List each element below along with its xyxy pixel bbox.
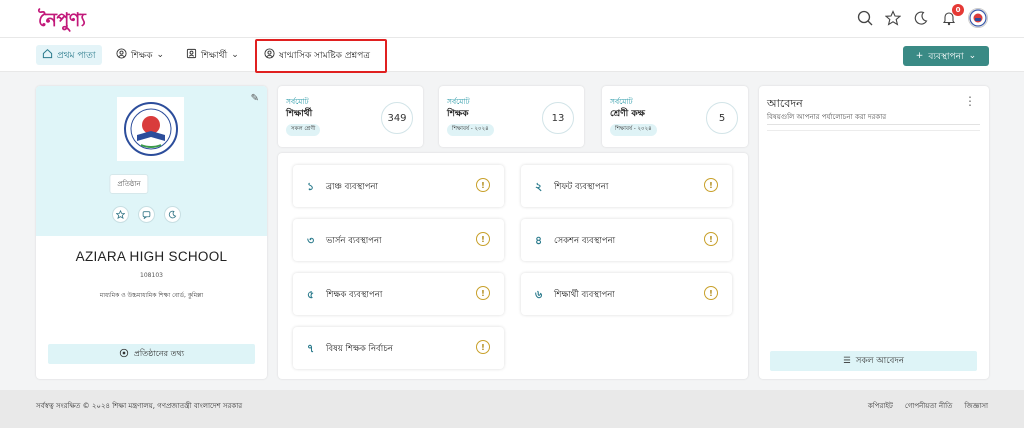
stat-value: 5 xyxy=(706,102,738,134)
management-item-shift[interactable]: ২ শিফট ব্যবস্থাপনা ! xyxy=(521,165,732,207)
footer: সর্বস্বত্ব সংরক্ষিত © ২০২৪ শিক্ষা মন্ত্র… xyxy=(0,390,1024,428)
more-options-icon[interactable]: ⋮ xyxy=(964,94,976,108)
bell-icon[interactable]: 0 xyxy=(940,4,964,27)
chevron-down-icon: ⌄ xyxy=(156,50,165,60)
management-item-branch[interactable]: ১ ব্রাঞ্চ ব্যবস্থাপনা ! xyxy=(293,165,504,207)
stat-value: 13 xyxy=(542,102,574,134)
list-icon: ☰ xyxy=(843,356,851,366)
management-item-student[interactable]: ৬ শিক্ষার্থী ব্যবস্থাপনা ! xyxy=(521,273,732,315)
info-icon[interactable]: ! xyxy=(476,340,490,354)
nav-home[interactable]: প্রথম পাতা xyxy=(36,45,102,65)
home-icon xyxy=(42,48,53,62)
footer-link-privacy[interactable]: গোপনীয়তা নীতি xyxy=(905,400,952,412)
plus-icon: + xyxy=(915,51,924,61)
id-card-icon xyxy=(186,48,197,62)
info-icon[interactable]: ! xyxy=(476,286,490,300)
school-board: মাধ্যমিক ও উচ্চমাধ্যমিক শিক্ষা বোর্ড, কু… xyxy=(99,292,204,299)
management-panel: ১ ব্রাঞ্চ ব্যবস্থাপনা ! ২ শিফট ব্যবস্থাপ… xyxy=(278,153,748,379)
profile-actions xyxy=(112,206,181,223)
stat-title: শিক্ষক xyxy=(447,109,469,119)
item-label: শিফট ব্যবস্থাপনা xyxy=(554,182,609,192)
applications-subtitle: বিষয়গুলি আপনার পর্যালোচনা করা দরকার xyxy=(767,113,887,121)
item-label: ভার্সন ব্যবস্থাপনা xyxy=(326,236,382,246)
star-icon[interactable] xyxy=(884,9,902,27)
all-applications-label: সকল আবেদন xyxy=(855,356,904,366)
all-applications-button[interactable]: ☰ সকল আবেদন xyxy=(770,351,977,371)
chevron-down-icon: ⌄ xyxy=(968,51,977,61)
management-item-teacher[interactable]: ৫ শিক্ষক ব্যবস্থাপনা ! xyxy=(293,273,504,315)
item-label: বিষয় শিক্ষক নির্বাচন xyxy=(326,344,393,354)
info-icon[interactable]: ! xyxy=(476,232,490,246)
school-eiin: 108103 xyxy=(140,272,163,279)
nav-student-label: শিক্ষার্থী xyxy=(201,50,228,61)
eye-icon xyxy=(119,348,129,360)
nav-bar: প্রথম পাতা শিক্ষক ⌄ শিক্ষার্থী ⌄ ষাণ্মাস… xyxy=(0,38,1024,72)
footer-link-copyright[interactable]: কপিরাইট xyxy=(868,400,893,412)
search-icon[interactable] xyxy=(856,9,874,27)
star-icon[interactable] xyxy=(112,206,129,223)
school-logo xyxy=(117,97,184,161)
institution-badge: প্রতিষ্ঠান xyxy=(109,174,149,194)
management-item-subject-teacher[interactable]: ৭ বিষয় শিক্ষক নির্বাচন ! xyxy=(293,327,504,369)
stat-card-students[interactable]: সর্বমোট শিক্ষার্থী সকল শ্রেণী 349 xyxy=(278,86,423,147)
item-number: ৩ xyxy=(307,234,315,247)
stat-value: 349 xyxy=(381,102,413,134)
item-number: ৪ xyxy=(535,234,543,247)
management-item-section[interactable]: ৪ সেকশন ব্যবস্থাপনা ! xyxy=(521,219,732,261)
item-label: ব্রাঞ্চ ব্যবস্থাপনা xyxy=(326,182,378,192)
user-circle-icon xyxy=(116,48,127,62)
notification-badge: 0 xyxy=(952,4,964,16)
item-label: শিক্ষার্থী ব্যবস্থাপনা xyxy=(554,290,615,300)
highlight-box xyxy=(255,39,387,73)
item-label: সেকশন ব্যবস্থাপনা xyxy=(554,236,616,246)
item-label: শিক্ষক ব্যবস্থাপনা xyxy=(326,290,383,300)
school-name: AZIARA HIGH SCHOOL xyxy=(75,249,228,264)
stat-title: শ্রেণী কক্ষ xyxy=(610,109,645,119)
top-icons: 0 xyxy=(856,4,988,28)
stat-card-teachers[interactable]: সর্বমোট শিক্ষক শিক্ষাবর্ষ - ২০২৪ 13 xyxy=(439,86,584,147)
item-number: ৫ xyxy=(307,288,315,301)
applications-panel: আবেদন বিষয়গুলি আপনার পর্যালোচনা করা দরক… xyxy=(759,86,989,379)
stat-card-classrooms[interactable]: সর্বমোট শ্রেণী কক্ষ শিক্ষাবর্ষ - ২০২৪ 5 xyxy=(602,86,748,147)
item-number: ৬ xyxy=(535,288,543,301)
school-profile-card: ✎ xyxy=(36,86,267,379)
item-number: ৭ xyxy=(307,342,315,355)
nav-student[interactable]: শিক্ষার্থী ⌄ xyxy=(186,45,239,65)
chevron-down-icon: ⌄ xyxy=(231,50,239,60)
nav-home-label: প্রথম পাতা xyxy=(57,50,96,61)
stat-chip: সকল শ্রেণী xyxy=(286,124,321,136)
item-number: ২ xyxy=(535,180,543,193)
moon-icon[interactable] xyxy=(912,9,930,27)
divider xyxy=(767,124,980,125)
footer-links: কপিরাইট গোপনীয়তা নীতি জিজ্ঞাসা xyxy=(868,400,988,412)
user-avatar[interactable] xyxy=(968,8,988,28)
stat-chip: শিক্ষাবর্ষ - ২০২৪ xyxy=(447,124,494,136)
info-icon[interactable]: ! xyxy=(704,286,718,300)
nav-teacher-label: শিক্ষক xyxy=(131,50,153,61)
moon-icon[interactable] xyxy=(164,206,181,223)
manage-button-label: ব্যবস্থাপনা xyxy=(928,51,964,62)
manage-button[interactable]: + ব্যবস্থাপনা ⌄ xyxy=(903,46,989,66)
top-bar: নৈপুণ্য 0 xyxy=(0,0,1024,38)
info-icon[interactable]: ! xyxy=(704,178,718,192)
app-logo[interactable]: নৈপুণ্য xyxy=(38,6,86,38)
nav-teacher[interactable]: শিক্ষক ⌄ xyxy=(116,45,164,65)
edit-icon[interactable]: ✎ xyxy=(251,93,259,104)
footer-link-faq[interactable]: জিজ্ঞাসা xyxy=(964,400,988,412)
info-icon[interactable]: ! xyxy=(476,178,490,192)
info-icon[interactable]: ! xyxy=(704,232,718,246)
message-icon[interactable] xyxy=(138,206,155,223)
stat-chip: শিক্ষাবর্ষ - ২০২৪ xyxy=(610,124,657,136)
stat-title: শিক্ষার্থী xyxy=(286,109,313,119)
management-item-version[interactable]: ৩ ভার্সন ব্যবস্থাপনা ! xyxy=(293,219,504,261)
copyright-text: সর্বস্বত্ব সংরক্ষিত © ২০২৪ শিক্ষা মন্ত্র… xyxy=(36,402,243,410)
institution-info-button[interactable]: প্রতিষ্ঠানের তথ্য xyxy=(48,344,255,364)
institution-info-label: প্রতিষ্ঠানের তথ্য xyxy=(133,348,185,358)
divider xyxy=(767,130,980,131)
item-number: ১ xyxy=(307,180,315,193)
